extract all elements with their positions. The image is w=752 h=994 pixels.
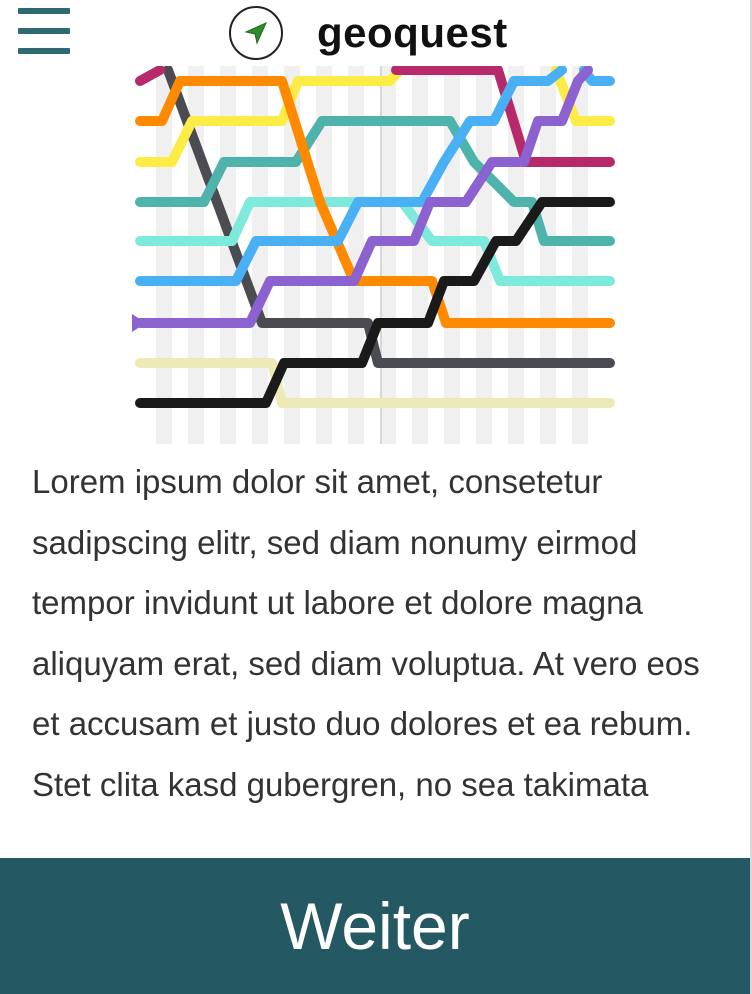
next-button[interactable]: Weiter	[0, 858, 750, 994]
app-title: geoquest	[317, 9, 508, 56]
hamburger-menu-icon[interactable]	[18, 8, 72, 54]
route-pale-yellow	[135, 358, 615, 408]
route-lines-illustration	[132, 66, 615, 444]
route-lines	[135, 66, 615, 408]
menu-bar	[18, 28, 70, 34]
menu-bar	[18, 48, 70, 54]
menu-bar	[18, 8, 70, 14]
navigation-arrow-icon	[229, 6, 283, 60]
app-brand: geoquest	[229, 4, 508, 62]
body-text: Lorem ipsum dolor sit amet, consetetur s…	[32, 463, 700, 803]
route-teal	[135, 116, 615, 246]
start-marker	[132, 314, 146, 332]
